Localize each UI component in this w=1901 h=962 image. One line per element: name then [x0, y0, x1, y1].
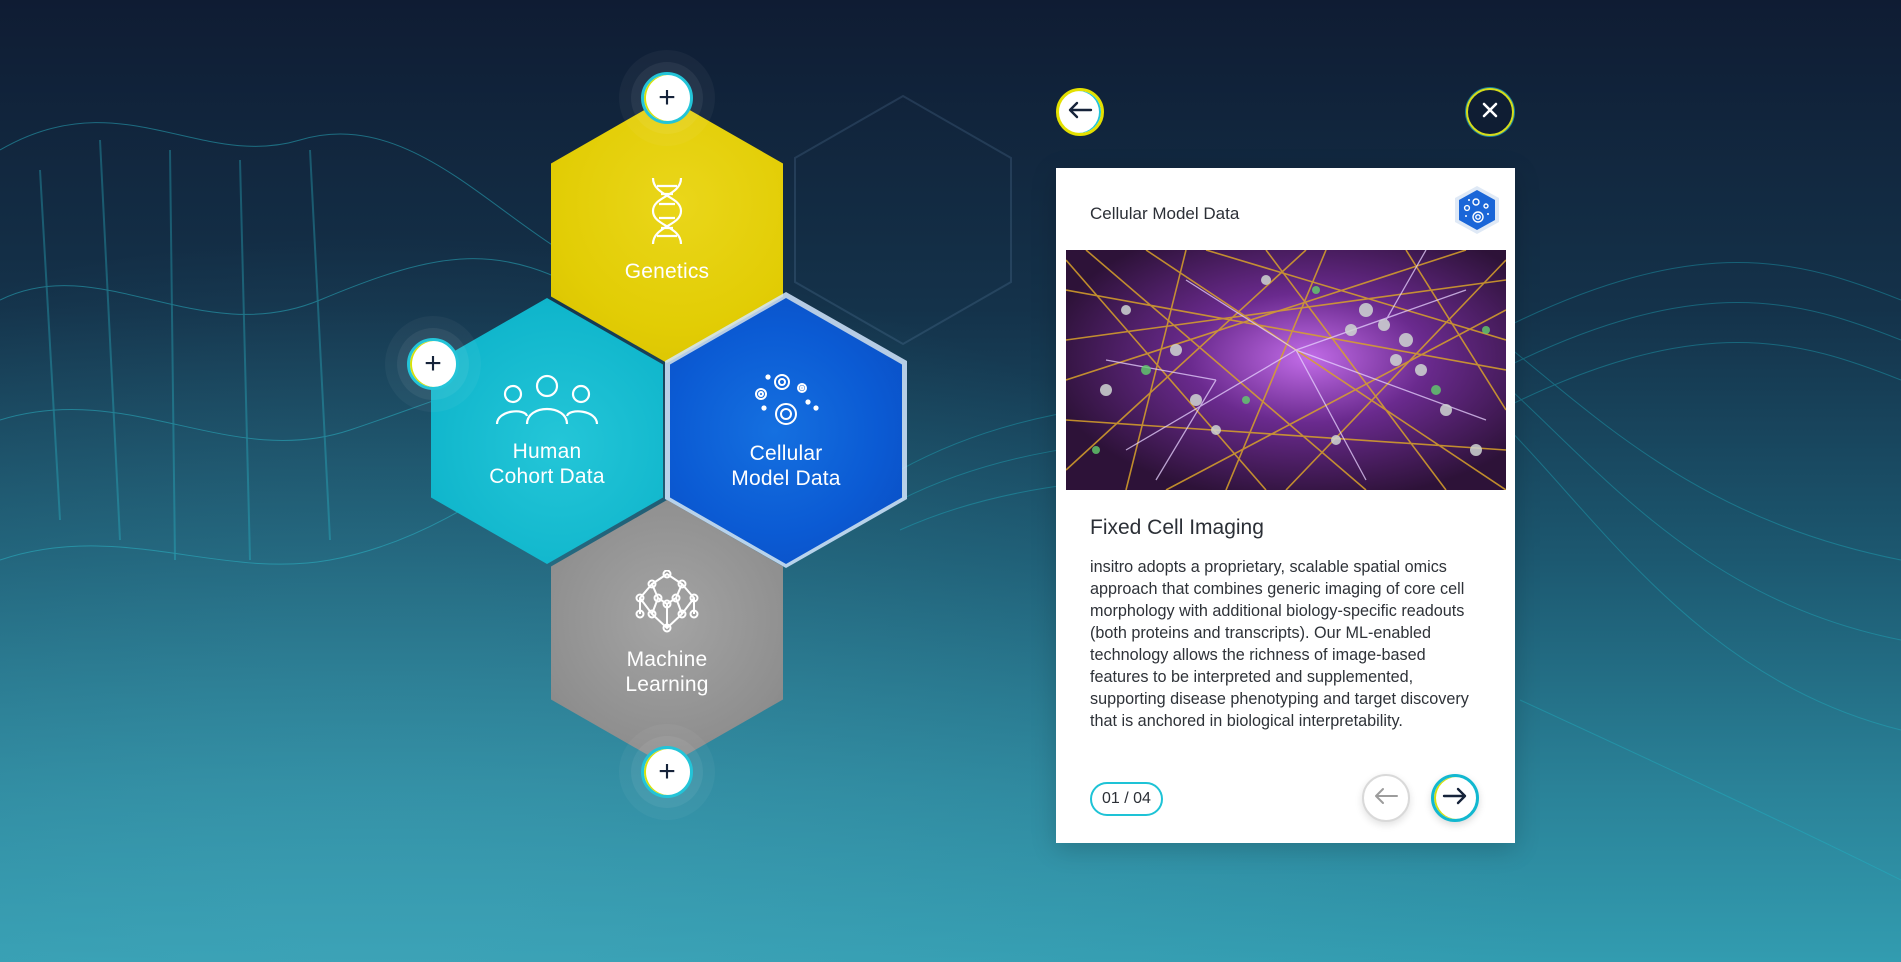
neural-network-icon [634, 569, 700, 639]
close-button[interactable] [1466, 88, 1514, 136]
plus-icon: + [658, 81, 676, 114]
expand-machine-learning-button[interactable]: + [641, 746, 693, 798]
people-icon [495, 374, 599, 431]
arrow-left-icon [1373, 787, 1399, 810]
dna-icon [647, 176, 687, 251]
card-category-title: Cellular Model Data [1090, 204, 1240, 223]
detail-card: Cellular Model Data Fixed Cell Imaging i… [1056, 168, 1515, 843]
hex-genetics-label: Genetics [624, 260, 710, 283]
background-dna-graphic [0, 94, 1901, 881]
arrow-left-icon [1067, 101, 1093, 124]
card-description: insitro adopts a proprietary, scalable s… [1090, 558, 1469, 730]
hex-cellular-label: Cellular Model Data [731, 441, 841, 490]
cells-icon [750, 372, 822, 433]
plus-icon: + [658, 755, 676, 788]
hex-human-label: Human Cohort Data [489, 439, 605, 488]
hex-ml-label: Machine Learning [625, 647, 709, 696]
back-button[interactable] [1056, 88, 1104, 136]
expand-human-cohort-button[interactable]: + [407, 338, 459, 390]
cells-hex-icon [1452, 184, 1502, 236]
expand-genetics-button[interactable]: + [641, 72, 693, 124]
previous-slide-button[interactable] [1362, 774, 1410, 822]
next-slide-button[interactable] [1431, 774, 1479, 822]
close-icon [1482, 102, 1498, 123]
pagination-indicator: 01 / 04 [1090, 782, 1163, 816]
plus-icon: + [424, 347, 442, 380]
microscopy-image [1066, 250, 1506, 490]
arrow-right-icon [1442, 787, 1468, 810]
card-heading: Fixed Cell Imaging [1090, 516, 1264, 539]
